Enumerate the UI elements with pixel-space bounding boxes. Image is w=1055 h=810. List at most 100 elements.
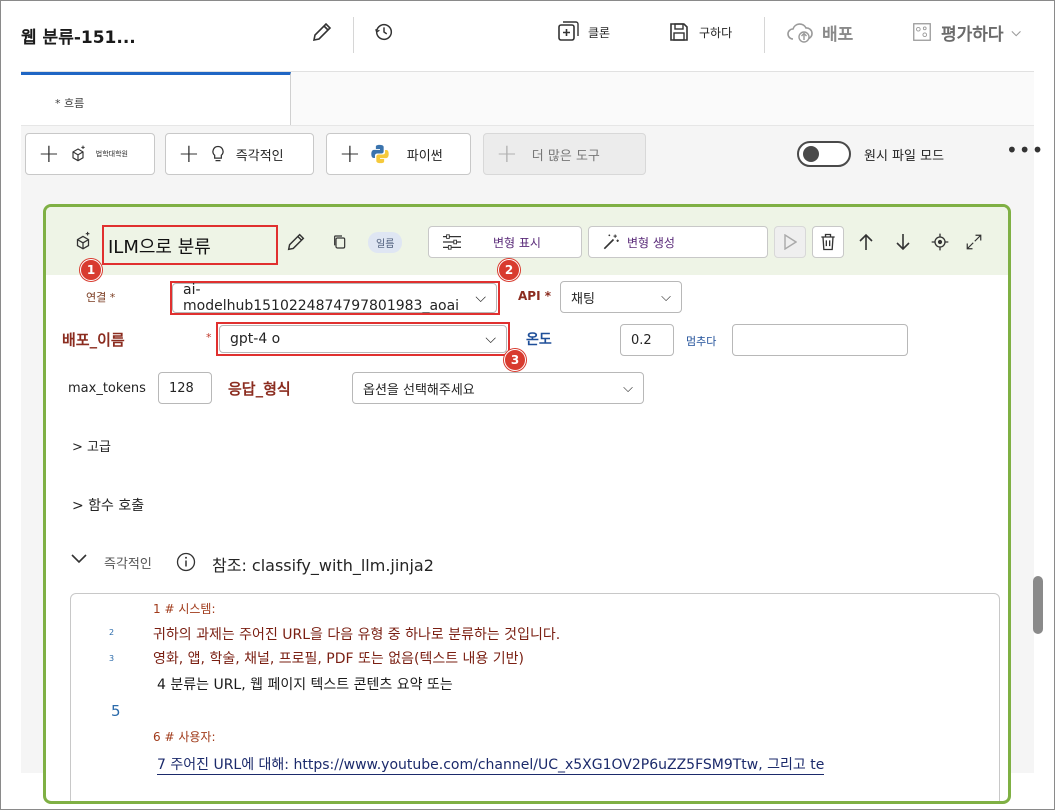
llm-node: ILM으로 분류 일름 변형 표시 변형 생성 연결 * ai-modelhub… bbox=[43, 204, 1011, 804]
toggle-knob bbox=[803, 146, 819, 162]
raw-file-mode-toggle[interactable] bbox=[797, 141, 851, 167]
evaluate-icon bbox=[913, 23, 931, 41]
required-star: * bbox=[206, 331, 212, 344]
temperature-input[interactable]: 0.2 bbox=[620, 324, 674, 356]
vertical-scrollbar[interactable] bbox=[1034, 71, 1054, 809]
deploy-label: 배포 bbox=[822, 24, 854, 45]
clone-button[interactable]: 클론 bbox=[556, 17, 610, 47]
save-button[interactable]: 구하다 bbox=[667, 17, 732, 47]
chevron-down-icon: ⌵ bbox=[661, 289, 671, 305]
code-line-4: 4 분류는 URL, 웹 페이지 텍스트 콘텐츠 요약 또는 bbox=[157, 677, 453, 693]
more-tools-label: 더 많은 도구 bbox=[531, 148, 600, 164]
response-format-select[interactable]: 옵션을 선택해주세요 ⌵ bbox=[352, 372, 644, 404]
highlight-box-connection bbox=[170, 281, 500, 315]
sliders-icon bbox=[443, 234, 461, 250]
line-number: 3 bbox=[109, 654, 115, 663]
show-variants-label: 변형 표시 bbox=[493, 235, 541, 250]
tool-bar: + 법학대학원 + 즉각적인 + 파이썬 + 더 많은 도구 원시 파일 모드 … bbox=[21, 125, 1043, 183]
plus-icon: + bbox=[38, 139, 60, 169]
run-icon[interactable] bbox=[774, 226, 806, 258]
cloud-upload-icon bbox=[787, 23, 813, 43]
advanced-toggle[interactable]: > 고급 bbox=[72, 436, 111, 455]
api-select[interactable]: 채팅 ⌵ bbox=[560, 281, 682, 313]
highlight-box-deployment bbox=[216, 322, 510, 356]
code-line-6: 6 # 사용자: bbox=[153, 730, 216, 744]
clone-label: 클론 bbox=[588, 25, 611, 40]
python-icon bbox=[371, 144, 389, 164]
history-icon[interactable] bbox=[371, 19, 397, 45]
scrollbar-thumb[interactable] bbox=[1033, 576, 1043, 634]
max-tokens-value: 128 bbox=[169, 380, 194, 396]
tab-label: * 흐름 bbox=[55, 97, 85, 110]
add-prompt-button[interactable]: + 즉각적인 bbox=[165, 133, 314, 175]
plus-icon: + bbox=[339, 139, 361, 169]
tab-flow[interactable]: * 흐름 bbox=[21, 72, 291, 126]
annotation-badge-1: 1 bbox=[80, 259, 102, 281]
stop-label: 멈추다 bbox=[686, 335, 717, 348]
generate-variants-label: 변형 생성 bbox=[627, 235, 675, 250]
show-variants-button[interactable]: 변형 표시 bbox=[428, 226, 582, 258]
locate-icon[interactable] bbox=[924, 226, 956, 258]
code-line-7: 7 주어진 URL에 대해: https://www.youtube.com/c… bbox=[157, 754, 825, 775]
edit-pencil-icon[interactable] bbox=[309, 19, 335, 45]
prompt-collapse-chevron-icon[interactable] bbox=[70, 552, 88, 568]
api-label: API * bbox=[518, 289, 551, 303]
llm-node-icon bbox=[76, 231, 90, 250]
add-llm-button[interactable]: + 법학대학원 bbox=[25, 133, 155, 175]
rename-pencil-icon[interactable] bbox=[280, 226, 312, 258]
move-down-icon[interactable] bbox=[887, 226, 919, 258]
llm-icon bbox=[72, 145, 85, 162]
deploy-button[interactable]: 배포 bbox=[786, 17, 853, 47]
annotation-badge-3: 3 bbox=[504, 349, 526, 371]
deployment-name-label: 배포_이름 bbox=[62, 331, 125, 349]
function-call-toggle[interactable]: > 함수 호출 bbox=[72, 495, 144, 515]
info-icon[interactable] bbox=[176, 552, 196, 576]
generate-variants-button[interactable]: 변형 생성 bbox=[588, 226, 768, 258]
app-window: 웹 분류-151... 클론 구하다 배포 평가하다 ⌵ * 흐름 + 법학대학… bbox=[0, 0, 1055, 810]
clone-icon bbox=[558, 21, 579, 41]
more-tools-button[interactable]: + 더 많은 도구 bbox=[483, 133, 646, 175]
expand-icon[interactable] bbox=[958, 226, 990, 258]
chevron-down-icon: ⌵ bbox=[1011, 24, 1021, 39]
llm-type-chip: 일름 bbox=[368, 232, 403, 253]
annotation-badge-2: 2 bbox=[498, 259, 520, 281]
max-tokens-label: max_tokens bbox=[68, 381, 146, 396]
code-line-1: 1 # 시스템: bbox=[153, 602, 216, 616]
connection-label: 연결 * bbox=[86, 291, 116, 304]
max-tokens-input[interactable]: 128 bbox=[158, 372, 212, 404]
code-line-2: 귀하의 과제는 주어진 URL을 다음 유형 중 하나로 분류하는 것입니다. bbox=[153, 627, 561, 643]
evaluate-button[interactable]: 평가하다 ⌵ bbox=[911, 17, 1021, 47]
save-icon bbox=[670, 23, 688, 41]
move-up-icon[interactable] bbox=[850, 226, 882, 258]
prompt-label: 즉각적인 bbox=[235, 148, 284, 164]
divider bbox=[353, 17, 354, 53]
chevron-down-icon: ⌵ bbox=[623, 380, 633, 396]
plus-icon: + bbox=[178, 139, 200, 169]
code-line-3: 영화, 앱, 학술, 채널, 프로필, PDF 또는 없음(텍스트 내용 기반) bbox=[153, 651, 524, 667]
response-format-label: 응답_형식 bbox=[228, 380, 291, 398]
highlight-box-title bbox=[102, 225, 278, 265]
copy-icon[interactable] bbox=[324, 226, 356, 258]
python-label: 파이썬 bbox=[406, 148, 443, 164]
save-label: 구하다 bbox=[699, 25, 733, 40]
delete-icon[interactable] bbox=[812, 226, 844, 258]
lightbulb-icon bbox=[212, 145, 224, 162]
tab-strip: * 흐름 bbox=[21, 71, 1034, 126]
stop-input[interactable] bbox=[732, 324, 908, 356]
add-python-button[interactable]: + 파이썬 bbox=[326, 133, 471, 175]
api-value: 채팅 bbox=[571, 291, 595, 307]
prompt-reference: 참조: classify_with_llm.jinja2 bbox=[212, 556, 434, 575]
prompt-section-label: 즉각적인 bbox=[104, 557, 152, 572]
temperature-label: 온도 bbox=[526, 332, 552, 348]
temperature-value: 0.2 bbox=[631, 332, 652, 348]
magic-wand-icon bbox=[603, 234, 619, 250]
llm-label: 법학대학원 bbox=[95, 150, 128, 158]
prompt-editor[interactable]: 1 # 시스템: 2 귀하의 과제는 주어진 URL을 다음 유형 중 하나로 … bbox=[70, 593, 1000, 801]
response-format-placeholder: 옵션을 선택해주세요 bbox=[363, 382, 475, 398]
flow-title: 웹 분류-151... bbox=[21, 28, 136, 48]
evaluate-label: 평가하다 bbox=[941, 24, 1004, 45]
plus-icon: + bbox=[496, 139, 518, 169]
raw-file-mode-label: 원시 파일 모드 bbox=[864, 149, 945, 164]
line-number: 5 bbox=[111, 702, 121, 720]
top-bar: 웹 분류-151... 클론 구하다 배포 평가하다 ⌵ bbox=[1, 1, 1054, 67]
